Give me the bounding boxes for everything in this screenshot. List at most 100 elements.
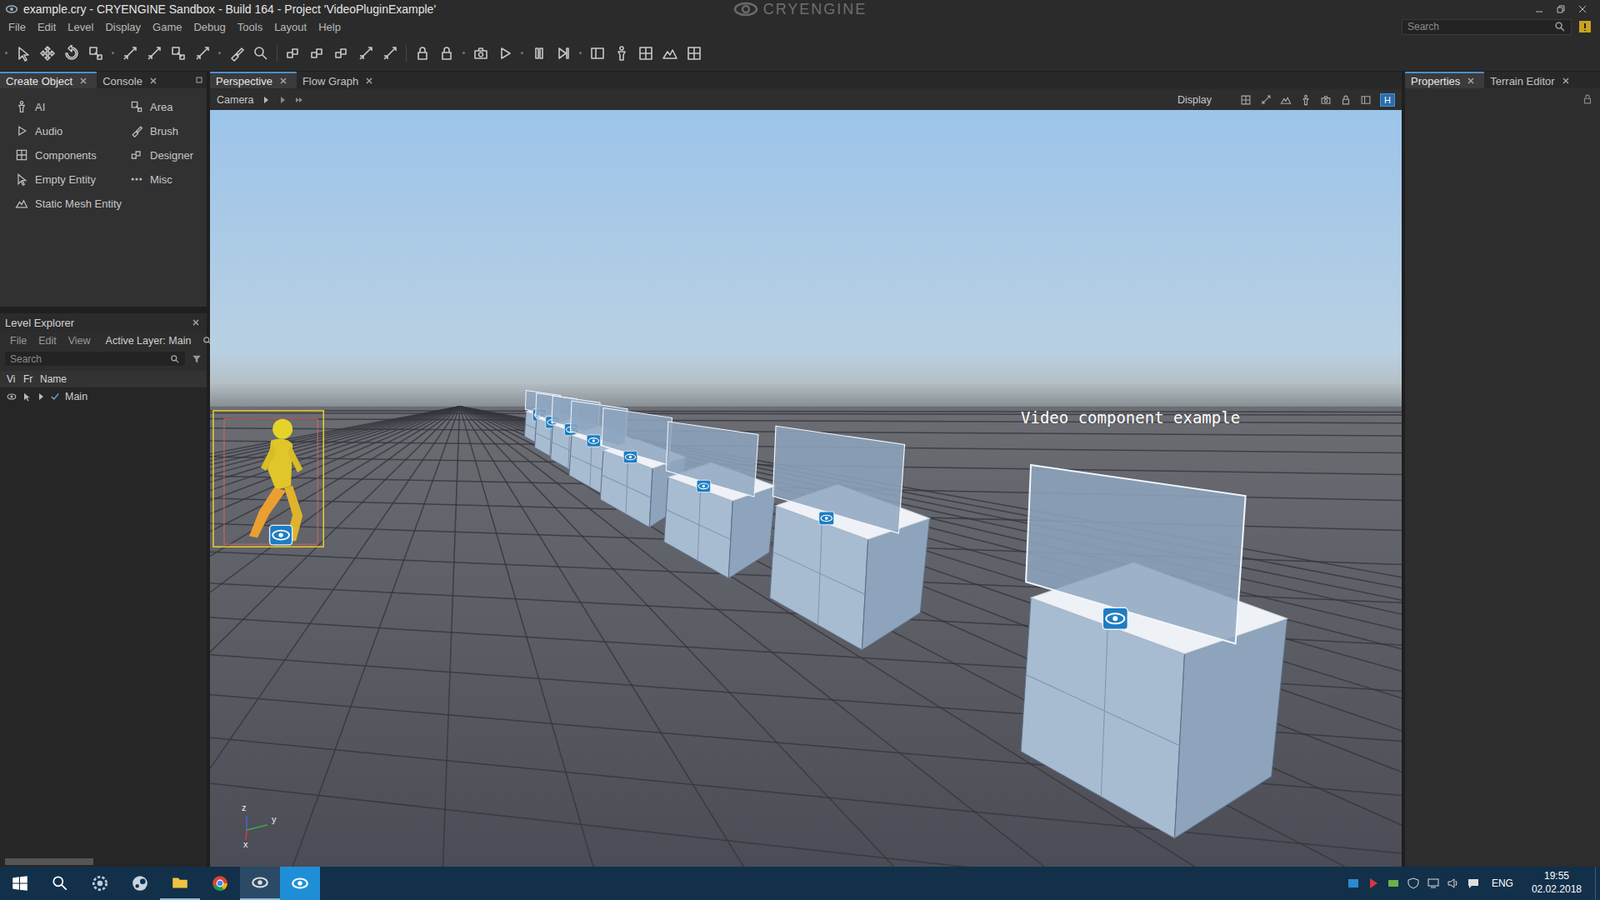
menu-item[interactable]: Tools bbox=[237, 20, 263, 34]
video-display-stand[interactable] bbox=[1020, 465, 1288, 839]
windows-start-icon[interactable] bbox=[0, 874, 40, 893]
restore-icon[interactable] bbox=[1555, 3, 1567, 15]
menu-item[interactable]: Display bbox=[105, 20, 141, 34]
layout-icon[interactable] bbox=[589, 45, 606, 62]
lock-icon[interactable] bbox=[438, 45, 455, 62]
object-type-button[interactable]: Static Mesh Entity bbox=[15, 196, 130, 210]
pause-icon[interactable] bbox=[530, 45, 548, 62]
close-tab-icon[interactable] bbox=[149, 76, 158, 85]
close-tab-icon[interactable] bbox=[1466, 76, 1475, 85]
clock[interactable]: 19:55 02.02.2018 bbox=[1525, 870, 1589, 896]
menu-item[interactable]: Debug bbox=[193, 20, 225, 34]
panel-tab[interactable]: Terrain Editor bbox=[1484, 71, 1579, 89]
entity-eye-icon[interactable] bbox=[1102, 607, 1128, 630]
lock-icon[interactable] bbox=[1581, 93, 1594, 105]
panel-tab[interactable]: Flow Graph bbox=[296, 71, 383, 89]
app-tray-icon[interactable] bbox=[1346, 876, 1360, 890]
entity-eye-icon[interactable] bbox=[623, 450, 638, 463]
cursor-icon[interactable] bbox=[15, 45, 32, 62]
column-title[interactable]: Name bbox=[40, 373, 67, 385]
step-icon[interactable] bbox=[555, 45, 572, 62]
entity-eye-icon[interactable] bbox=[696, 480, 711, 492]
lock-icon[interactable] bbox=[414, 45, 431, 62]
menu-item[interactable]: File bbox=[10, 335, 27, 347]
checkmark-icon[interactable] bbox=[50, 391, 60, 402]
snap-icon[interactable] bbox=[381, 45, 399, 62]
object-type-button[interactable]: Components bbox=[15, 148, 130, 162]
arrow-icon[interactable] bbox=[261, 95, 270, 105]
steam-icon[interactable] bbox=[120, 874, 160, 893]
search-icon[interactable] bbox=[40, 874, 80, 893]
column-title[interactable]: Fr bbox=[23, 373, 37, 385]
rotate-icon[interactable] bbox=[63, 45, 80, 62]
menu-item[interactable]: Game bbox=[152, 20, 182, 34]
menu-item[interactable]: Help bbox=[318, 20, 341, 34]
grid-icon[interactable] bbox=[1240, 94, 1252, 106]
snap-icon[interactable] bbox=[194, 45, 211, 62]
paint-icon[interactable] bbox=[228, 45, 245, 62]
object-type-button[interactable]: Brush bbox=[130, 124, 207, 138]
flag-icon[interactable] bbox=[1366, 876, 1380, 890]
chrome-icon[interactable] bbox=[200, 874, 240, 893]
move-icon[interactable] bbox=[39, 45, 56, 62]
terrain-icon[interactable] bbox=[661, 45, 679, 62]
link-icon[interactable] bbox=[309, 45, 326, 62]
input-language[interactable]: ENG bbox=[1491, 877, 1514, 890]
close-tab-icon[interactable] bbox=[279, 76, 288, 85]
float-panel-icon[interactable] bbox=[195, 75, 204, 85]
grid-icon[interactable] bbox=[685, 45, 703, 62]
taskbar-app[interactable] bbox=[280, 866, 320, 900]
double-arrow-icon[interactable] bbox=[295, 95, 304, 105]
menu-item[interactable]: Edit bbox=[38, 335, 57, 347]
camera-menu[interactable]: Camera bbox=[216, 94, 254, 106]
close-icon[interactable] bbox=[1576, 3, 1589, 15]
taskbar-app[interactable] bbox=[160, 866, 200, 900]
menu-item[interactable]: Layout bbox=[274, 20, 307, 34]
gpu-icon[interactable] bbox=[1386, 876, 1400, 890]
panel-tab[interactable]: Perspective bbox=[210, 71, 297, 89]
close-tab-icon[interactable] bbox=[79, 76, 88, 85]
minimize-icon[interactable] bbox=[1533, 3, 1545, 15]
object-type-button[interactable]: AI bbox=[15, 100, 130, 114]
network-icon[interactable] bbox=[1426, 876, 1440, 890]
snap-icon[interactable] bbox=[1260, 94, 1272, 106]
scene-render[interactable] bbox=[210, 110, 1402, 867]
layout-icon[interactable] bbox=[1360, 94, 1372, 106]
message-icon[interactable] bbox=[1466, 876, 1480, 890]
video-display-stand[interactable] bbox=[770, 425, 930, 650]
camera-icon[interactable] bbox=[1320, 94, 1332, 106]
object-type-button[interactable]: Audio bbox=[15, 124, 130, 138]
snap-icon[interactable] bbox=[121, 45, 139, 62]
object-type-button[interactable]: Empty Entity bbox=[15, 172, 130, 186]
person-icon[interactable] bbox=[613, 45, 630, 62]
panel-tab[interactable]: Properties bbox=[1405, 71, 1485, 89]
object-type-button[interactable]: Designer bbox=[130, 148, 207, 162]
snap-icon[interactable] bbox=[357, 45, 375, 62]
camera-icon[interactable] bbox=[472, 45, 490, 62]
search-icon[interactable] bbox=[252, 45, 270, 62]
notification-icon[interactable] bbox=[1578, 20, 1592, 34]
panel-tab[interactable]: Console bbox=[96, 71, 167, 89]
column-title[interactable]: Vi bbox=[6, 373, 20, 385]
global-search-field[interactable]: Search bbox=[1401, 19, 1572, 35]
entity-eye-icon[interactable] bbox=[586, 435, 601, 447]
menu-item[interactable]: File bbox=[8, 20, 26, 34]
gear-app-icon[interactable] bbox=[80, 874, 120, 893]
menu-item[interactable]: View bbox=[68, 335, 91, 347]
object-type-button[interactable]: Misc bbox=[130, 172, 207, 186]
filter-icon[interactable] bbox=[191, 354, 202, 365]
freeze-cursor-icon[interactable] bbox=[21, 391, 32, 402]
terrain-icon[interactable] bbox=[1280, 94, 1292, 106]
video-display-stand[interactable] bbox=[664, 421, 776, 579]
visibility-eye-icon[interactable] bbox=[6, 391, 17, 402]
object-type-button[interactable]: Area bbox=[130, 100, 207, 114]
helpers-toggle[interactable]: H bbox=[1380, 93, 1395, 107]
link-icon[interactable] bbox=[333, 45, 350, 62]
show-desktop-button[interactable] bbox=[1595, 866, 1600, 900]
snap-icon[interactable] bbox=[145, 45, 163, 62]
expand-arrow-icon[interactable] bbox=[36, 392, 45, 401]
3d-viewport[interactable]: Video component example z y x bbox=[210, 110, 1402, 867]
scale-icon[interactable] bbox=[170, 45, 187, 62]
layer-row[interactable]: Main bbox=[0, 388, 207, 405]
volume-icon[interactable] bbox=[1446, 876, 1460, 890]
